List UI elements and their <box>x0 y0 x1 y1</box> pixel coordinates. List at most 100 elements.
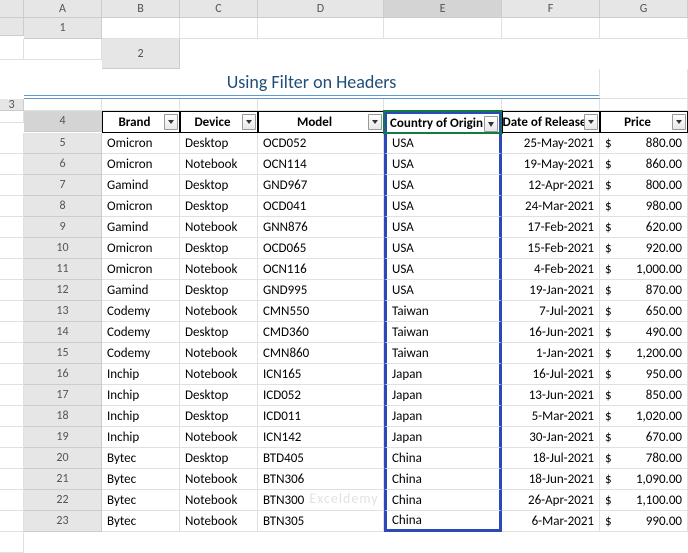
row-header-9[interactable]: 9 <box>24 217 102 238</box>
cell-date[interactable]: 19-Jan-2021 <box>502 280 600 301</box>
cell-model[interactable]: BTD405 <box>258 448 384 469</box>
cell-price[interactable]: $1,020.00 <box>600 406 688 427</box>
col-header-B[interactable]: B <box>102 0 180 18</box>
row-header-15[interactable]: 15 <box>24 343 102 364</box>
cell-date[interactable]: 19-May-2021 <box>502 154 600 175</box>
cell-device[interactable]: Desktop <box>180 385 258 406</box>
filter-button-device[interactable] <box>242 114 256 130</box>
cell-price[interactable]: $870.00 <box>600 280 688 301</box>
cell-price[interactable]: $650.00 <box>600 301 688 322</box>
cell-date[interactable]: 16-Jun-2021 <box>502 322 600 343</box>
cell-country[interactable]: China <box>384 490 502 511</box>
cell-price[interactable]: $1,200.00 <box>600 343 688 364</box>
cell-price[interactable]: $670.00 <box>600 427 688 448</box>
cell-price[interactable]: $850.00 <box>600 385 688 406</box>
cell-price[interactable]: $920.00 <box>600 238 688 259</box>
cell-model[interactable]: OCD041 <box>258 196 384 217</box>
cell-device[interactable]: Notebook <box>180 343 258 364</box>
cell-price[interactable]: $860.00 <box>600 154 688 175</box>
col-header-C[interactable]: C <box>180 0 258 18</box>
cell-country[interactable]: Taiwan <box>384 343 502 364</box>
cell-brand[interactable]: Omicron <box>102 196 180 217</box>
cell-brand[interactable]: Inchip <box>102 427 180 448</box>
cell-date[interactable]: 5-Mar-2021 <box>502 406 600 427</box>
cell-brand[interactable]: Omicron <box>102 133 180 154</box>
col-header-F[interactable]: F <box>502 0 600 18</box>
cell-date[interactable]: 16-Jul-2021 <box>502 364 600 385</box>
cell-brand[interactable]: Inchip <box>102 364 180 385</box>
cell-country[interactable]: USA <box>384 154 502 175</box>
cell-date[interactable]: 18-Jun-2021 <box>502 469 600 490</box>
cell-country[interactable]: USA <box>384 217 502 238</box>
cell-price[interactable]: $1,100.00 <box>600 490 688 511</box>
row-header-8[interactable]: 8 <box>24 196 102 217</box>
cell-model[interactable]: OCN114 <box>258 154 384 175</box>
cell-model[interactable]: ICD052 <box>258 385 384 406</box>
filter-button-model[interactable] <box>368 114 382 130</box>
cell-brand[interactable]: Bytec <box>102 469 180 490</box>
cell-model[interactable]: BTN300 <box>258 490 384 511</box>
cell-date[interactable]: 4-Feb-2021 <box>502 259 600 280</box>
cell-country[interactable]: USA <box>384 133 502 154</box>
cell-country[interactable]: China <box>384 469 502 490</box>
row-header-18[interactable]: 18 <box>24 406 102 427</box>
cell-country[interactable]: Taiwan <box>384 322 502 343</box>
cell-price[interactable]: $490.00 <box>600 322 688 343</box>
header-device[interactable]: Device <box>180 111 258 133</box>
filter-button-date[interactable] <box>584 114 598 130</box>
cell-brand[interactable]: Gamind <box>102 175 180 196</box>
cell-country[interactable]: USA <box>384 280 502 301</box>
cell-brand[interactable]: Gamind <box>102 217 180 238</box>
cell-brand[interactable]: Bytec <box>102 490 180 511</box>
cell-brand[interactable]: Bytec <box>102 448 180 469</box>
header-country[interactable]: Country of Origin <box>384 111 502 133</box>
cell-country[interactable]: China <box>384 511 502 532</box>
cell-device[interactable]: Notebook <box>180 259 258 280</box>
header-date[interactable]: Date of Release <box>502 111 600 133</box>
row-header-14[interactable]: 14 <box>24 322 102 343</box>
cell-device[interactable]: Notebook <box>180 154 258 175</box>
cell-date[interactable]: 1-Jan-2021 <box>502 343 600 364</box>
header-model[interactable]: Model <box>258 111 384 133</box>
cell-price[interactable]: $1,000.00 <box>600 259 688 280</box>
row-header-3[interactable]: 3 <box>0 99 24 111</box>
row-header-20[interactable]: 20 <box>24 448 102 469</box>
select-all-corner[interactable] <box>0 0 24 18</box>
col-header-D[interactable]: D <box>258 0 384 18</box>
row-header-21[interactable]: 21 <box>24 469 102 490</box>
row-header-16[interactable]: 16 <box>24 364 102 385</box>
cell-brand[interactable]: Inchip <box>102 406 180 427</box>
cell-country[interactable]: USA <box>384 238 502 259</box>
row-header-10[interactable]: 10 <box>24 238 102 259</box>
row-header-17[interactable]: 17 <box>24 385 102 406</box>
col-header-G[interactable]: G <box>600 0 688 18</box>
row-header-2[interactable]: 2 <box>102 39 180 69</box>
cell-date[interactable]: 25-May-2021 <box>502 133 600 154</box>
cell-device[interactable]: Notebook <box>180 301 258 322</box>
cell-device[interactable]: Desktop <box>180 175 258 196</box>
row-header-19[interactable]: 19 <box>24 427 102 448</box>
row-header-4[interactable]: 4 <box>24 111 102 132</box>
cell-date[interactable]: 7-Jul-2021 <box>502 301 600 322</box>
cell-brand[interactable]: Gamind <box>102 280 180 301</box>
cell-brand[interactable]: Bytec <box>102 511 180 532</box>
cell-date[interactable]: 18-Jul-2021 <box>502 448 600 469</box>
cell-model[interactable]: CMN860 <box>258 343 384 364</box>
cell-device[interactable]: Notebook <box>180 427 258 448</box>
cell-device[interactable]: Desktop <box>180 196 258 217</box>
cell-price[interactable]: $990.00 <box>600 511 688 532</box>
cell-device[interactable]: Notebook <box>180 217 258 238</box>
cell-brand[interactable]: Omicron <box>102 238 180 259</box>
cell-model[interactable]: BTN305 <box>258 511 384 532</box>
cell-model[interactable]: ICN165 <box>258 364 384 385</box>
row-header-12[interactable]: 12 <box>24 280 102 301</box>
col-header-E[interactable]: E <box>384 0 502 18</box>
row-header-11[interactable]: 11 <box>24 259 102 280</box>
filter-button-brand[interactable] <box>164 114 178 130</box>
cell-date[interactable]: 30-Jan-2021 <box>502 427 600 448</box>
cell-country[interactable]: USA <box>384 259 502 280</box>
cell-model[interactable]: OCN116 <box>258 259 384 280</box>
cell-price[interactable]: $800.00 <box>600 175 688 196</box>
cell-price[interactable]: $980.00 <box>600 196 688 217</box>
row-header-13[interactable]: 13 <box>24 301 102 322</box>
